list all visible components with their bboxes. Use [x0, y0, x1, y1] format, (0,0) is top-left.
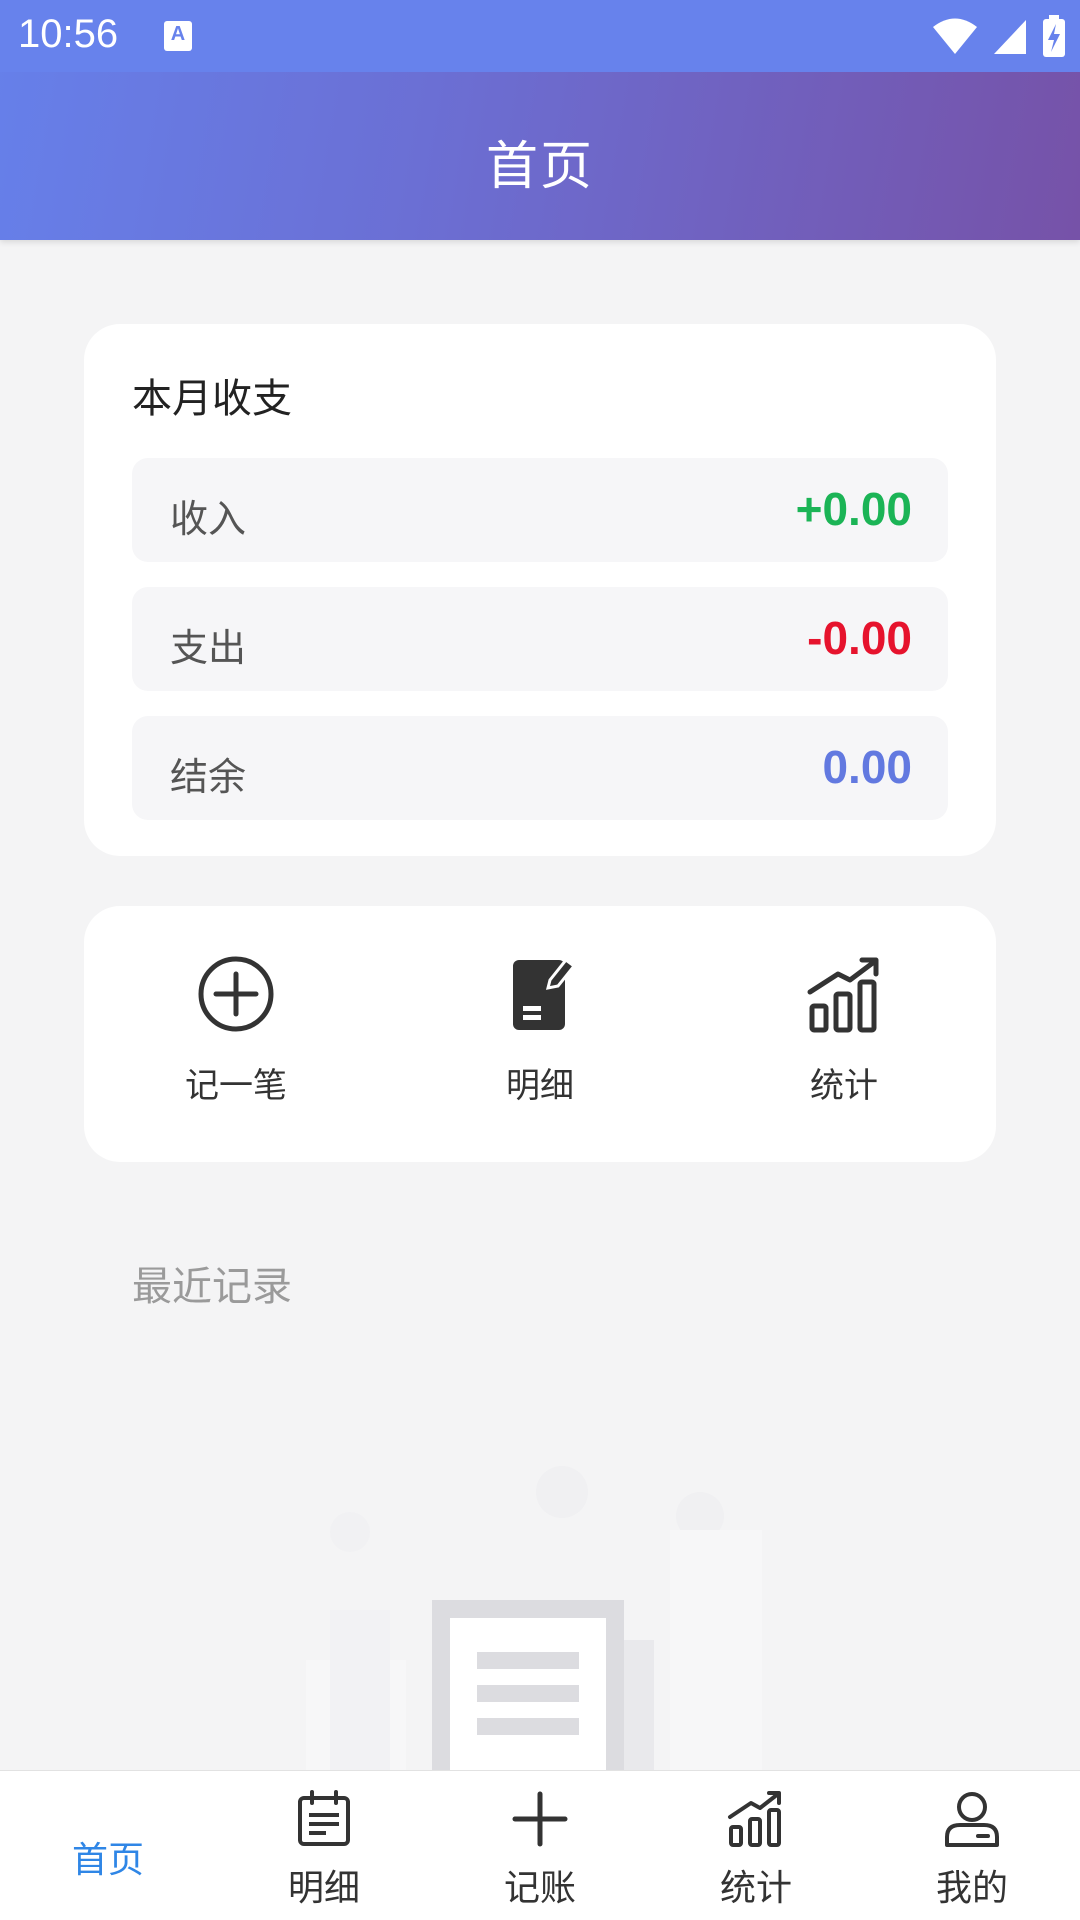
status-bar: 10:56 A: [0, 0, 1080, 72]
balance-row: 结余 0.00: [132, 716, 948, 820]
app-header: 10:56 A 首页: [0, 0, 1080, 240]
nav-label-mine: 我的: [935, 1868, 1008, 1909]
quick-details-label: 明细: [506, 1066, 574, 1106]
quick-actions-card: 记一笔 明细 统计: [84, 906, 996, 1162]
income-value: +0.00: [795, 483, 912, 535]
bar-chart-icon: [728, 1791, 781, 1847]
summary-title: 本月收支: [132, 376, 292, 422]
nav-label-home: 首页: [71, 1840, 144, 1881]
nav-label-bookkeeping: 记账: [503, 1868, 576, 1909]
signal-icon: [994, 20, 1026, 54]
nav-item-stats[interactable]: 统计: [648, 1771, 864, 1920]
user-icon: [945, 1792, 999, 1847]
page-title: 首页: [485, 137, 594, 197]
calendar-list-icon: [298, 1790, 350, 1846]
balance-label: 结余: [170, 755, 247, 799]
bar-chart-icon: [807, 957, 879, 1033]
quick-stats-button[interactable]: 统计: [724, 954, 964, 1124]
nav-item-mine[interactable]: 我的: [864, 1771, 1080, 1920]
nav-label-details: 明细: [287, 1868, 360, 1909]
nav-item-home[interactable]: 首页: [0, 1771, 216, 1920]
expense-row: 支出 -0.00: [132, 587, 948, 691]
income-label: 收入: [170, 497, 247, 541]
quick-add-button[interactable]: 记一笔: [116, 954, 356, 1124]
quick-add-label: 记一笔: [185, 1066, 287, 1106]
plus-icon: [512, 1791, 568, 1847]
battery-charging-icon: [1043, 15, 1065, 57]
quick-details-button[interactable]: 明细: [420, 954, 660, 1124]
note-edit-icon: [513, 957, 577, 1030]
empty-records-illustration: [306, 1466, 762, 1770]
bottom-navigation: 首页 明细 记账 统计 我的: [0, 1770, 1080, 1920]
monthly-summary-card: 本月收支 收入 +0.00 支出 -0.00 结余 0.00: [84, 324, 996, 856]
expense-label: 支出: [170, 626, 247, 670]
income-row: 收入 +0.00: [132, 458, 948, 562]
add-circle-icon: [198, 956, 274, 1032]
wifi-icon: [933, 18, 977, 54]
nav-label-stats: 统计: [719, 1868, 792, 1909]
status-time: 10:56: [18, 12, 119, 56]
recent-records-title: 最近记录: [132, 1264, 292, 1310]
a-notification-icon: A: [164, 21, 192, 51]
balance-value: 0.00: [822, 741, 912, 793]
expense-value: -0.00: [807, 612, 912, 664]
nav-item-bookkeeping[interactable]: 记账: [432, 1771, 648, 1920]
nav-item-details[interactable]: 明细: [216, 1771, 432, 1920]
quick-stats-label: 统计: [810, 1066, 878, 1106]
